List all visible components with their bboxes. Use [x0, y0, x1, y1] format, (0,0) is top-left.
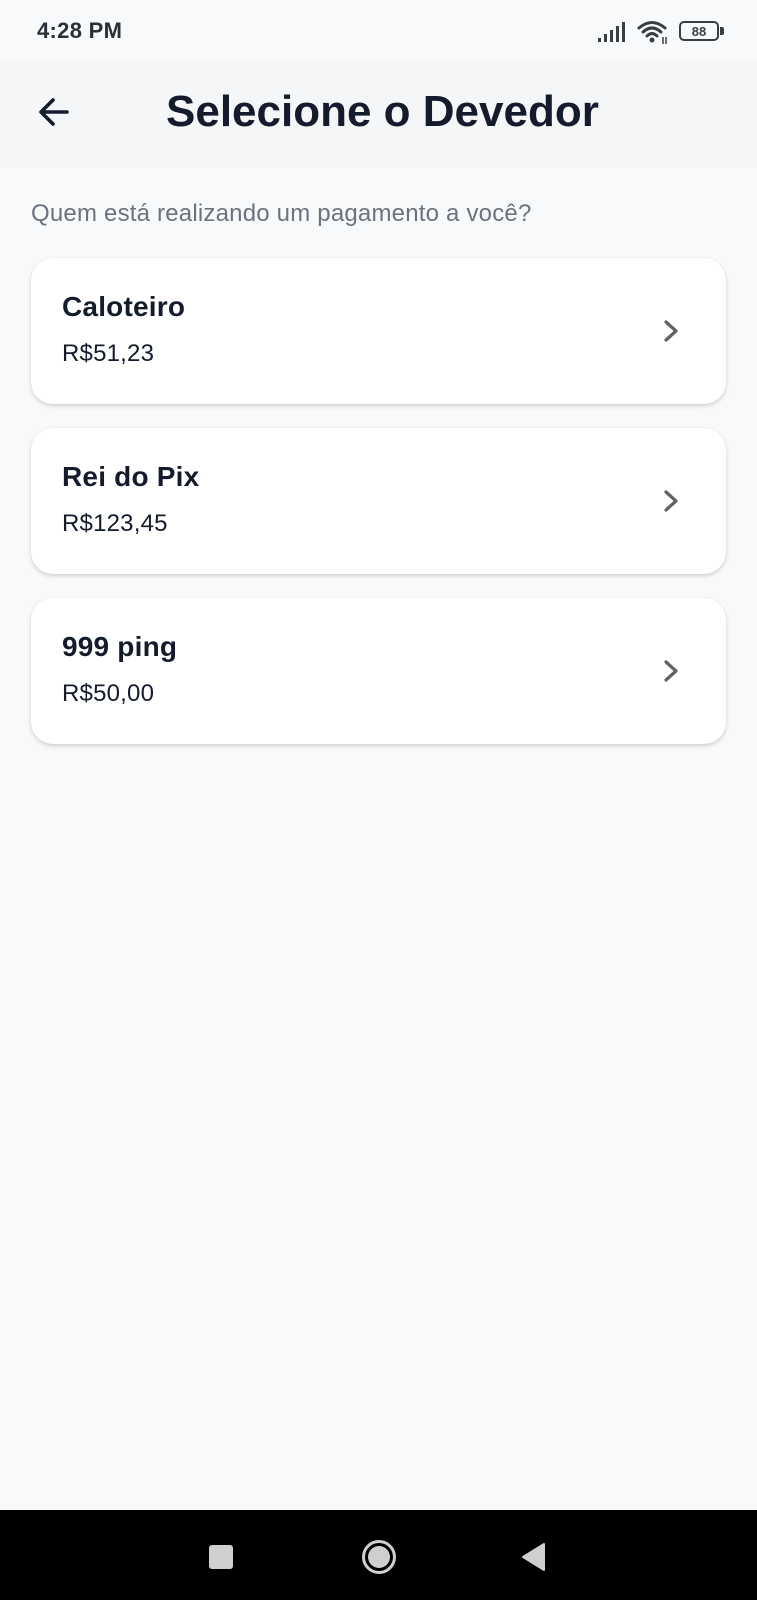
- navigation-bar: [0, 1510, 757, 1600]
- debtor-amount: R$51,23: [62, 340, 155, 367]
- debtor-amount: R$50,00: [62, 680, 155, 707]
- chevron-right-icon: [664, 660, 678, 682]
- back-button[interactable]: [26, 84, 82, 140]
- app-bar: Selecione o Devedor: [0, 62, 757, 167]
- debtor-name: Rei do Pix: [62, 461, 200, 492]
- status-time: 4:28 PM: [37, 18, 123, 43]
- debtor-card-999-ping[interactable]: 999 ping R$50,00: [31, 598, 726, 744]
- circle-icon[interactable]: [361, 1539, 397, 1575]
- signal-icon: [598, 22, 625, 42]
- subtitle: Quem está realizando um pagamento a você…: [31, 200, 532, 227]
- battery-level: 88: [679, 21, 719, 41]
- debtor-amount: R$123,45: [62, 510, 168, 537]
- battery-icon: 88: [679, 21, 725, 43]
- triangle-back-icon[interactable]: [520, 1541, 546, 1573]
- chevron-right-icon: [664, 320, 678, 342]
- debtor-card-caloteiro[interactable]: Caloteiro R$51,23: [31, 258, 726, 404]
- battery-tip: [720, 27, 724, 35]
- debtor-name: Caloteiro: [62, 291, 186, 322]
- debtor-card-rei-do-pix[interactable]: Rei do Pix R$123,45: [31, 428, 726, 574]
- status-icons: 88: [597, 18, 725, 46]
- status-bar: 4:28 PM 88: [0, 0, 757, 62]
- debtor-name: 999 ping: [62, 631, 178, 662]
- arrow-left-icon: [39, 98, 69, 126]
- wifi-icon: [637, 21, 667, 44]
- chevron-right-icon: [664, 490, 678, 512]
- debtor-list: Caloteiro R$51,23 Rei do Pix R$123,45 99…: [31, 258, 726, 768]
- square-icon[interactable]: [209, 1545, 233, 1569]
- page-title: Selecione o Devedor: [166, 87, 599, 136]
